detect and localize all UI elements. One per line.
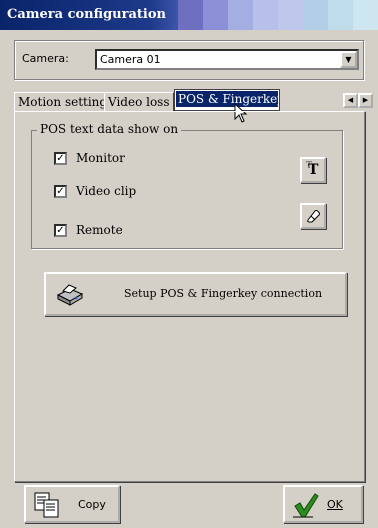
copy-icon bbox=[34, 492, 59, 518]
checkmark-icon bbox=[293, 493, 319, 518]
remote-label: Remote bbox=[76, 223, 123, 237]
setup-pos-button[interactable]: Setup POS & Fingerkey connection bbox=[44, 272, 347, 316]
video-clip-option[interactable]: ✓ Video clip bbox=[54, 184, 136, 198]
pos-group-label: POS text data show on bbox=[37, 122, 182, 136]
camera-label: Camera: bbox=[22, 52, 69, 65]
monitor-label: Monitor bbox=[76, 151, 125, 165]
copy-button[interactable]: Copy bbox=[24, 485, 120, 523]
chevron-down-icon[interactable]: ▼ bbox=[340, 51, 357, 68]
title-bar-gradient bbox=[178, 0, 378, 30]
font-icon-glyph: T bbox=[308, 162, 319, 178]
tab-video-loss[interactable]: Video loss bbox=[104, 92, 174, 111]
arrow-right-icon[interactable]: ▶ bbox=[358, 93, 373, 108]
copy-label: Copy bbox=[78, 498, 106, 511]
ok-label: OK bbox=[327, 498, 343, 511]
eraser-icon bbox=[307, 210, 320, 223]
font-button[interactable]: T T bbox=[300, 157, 326, 183]
video-clip-checkbox[interactable]: ✓ bbox=[54, 184, 67, 198]
setup-pos-label: Setup POS & Fingerkey connection bbox=[124, 287, 323, 300]
window-title: Camera configuration bbox=[7, 7, 166, 22]
arrow-left-icon[interactable]: ◀ bbox=[343, 93, 358, 108]
printer-icon bbox=[56, 284, 84, 306]
eraser-button[interactable] bbox=[300, 203, 326, 229]
camera-select[interactable]: Camera 01 ▼ bbox=[95, 49, 359, 70]
video-clip-label: Video clip bbox=[76, 184, 137, 198]
monitor-option[interactable]: ✓ Monitor bbox=[54, 151, 125, 165]
title-bar: Camera configuration bbox=[0, 0, 378, 30]
monitor-checkbox[interactable]: ✓ bbox=[54, 151, 67, 165]
tab-motion-setting[interactable]: Motion setting bbox=[14, 92, 112, 111]
ok-button[interactable]: OK bbox=[283, 485, 363, 523]
remote-option[interactable]: ✓ Remote bbox=[54, 223, 123, 237]
tab-scroll-buttons: ◀ ▶ bbox=[343, 93, 373, 108]
tab-pos-fingerkey-label: POS & Fingerkey bbox=[176, 91, 278, 107]
remote-checkbox[interactable]: ✓ bbox=[54, 223, 67, 237]
camera-select-value: Camera 01 bbox=[100, 53, 161, 66]
tab-pos-fingerkey[interactable]: POS & Fingerkey bbox=[174, 89, 280, 111]
